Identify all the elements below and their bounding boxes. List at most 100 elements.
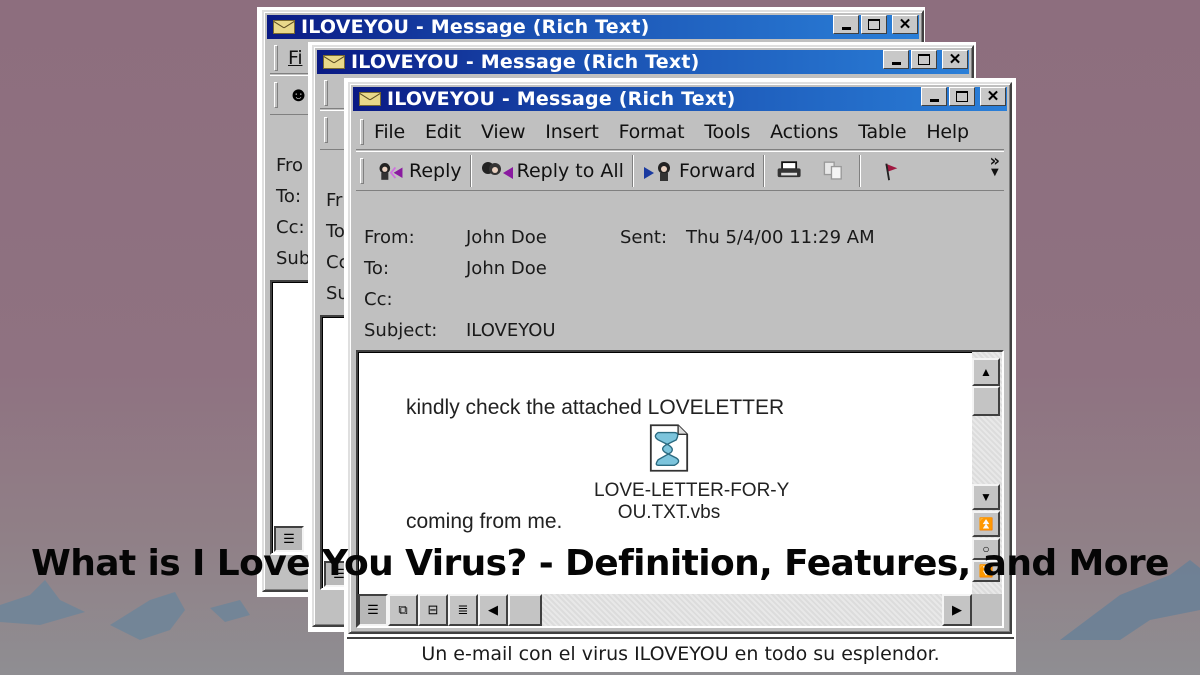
arrow-down-icon: ▼ (980, 490, 992, 504)
menubar-grip[interactable] (274, 44, 278, 71)
page-icon: ⊟ (427, 602, 439, 617)
to-label: To: (276, 186, 302, 207)
reply-icon: ☻ (288, 83, 310, 106)
maximize-icon (868, 19, 880, 30)
minimize-button[interactable] (883, 50, 909, 69)
close-button[interactable]: ✕ (892, 15, 918, 34)
toolbar-overflow-button[interactable]: » ▼ (986, 151, 1004, 188)
reply-button[interactable]: Reply (374, 154, 470, 188)
sent-label: Sent: (620, 227, 668, 248)
maximize-button[interactable] (911, 50, 937, 69)
article-headline: What is I Love You Virus? - Definition, … (31, 543, 1169, 584)
reply-all-label: Reply to All (516, 160, 624, 182)
to-value: John Doe (466, 258, 547, 279)
maximize-icon (918, 54, 930, 65)
body-line-2: coming from me. (406, 510, 563, 533)
lines-icon: ☰ (367, 602, 379, 617)
horizontal-scrollbar: ☰ ⧉ ⊟ ≣ ◀ ▶ (358, 594, 1002, 626)
menu-file[interactable]: File (374, 121, 405, 143)
vertical-scrollbar[interactable]: ▲ ▼ ⏫ ○ ⏬ (972, 352, 1002, 626)
arrow-up-icon: ▲ (980, 365, 992, 379)
from-label: Fr (326, 190, 343, 211)
scroll-thumb[interactable] (972, 386, 1000, 416)
chevron-down-icon: ▼ (990, 167, 999, 179)
horizontal-thumb[interactable] (508, 594, 542, 626)
close-button[interactable]: ✕ (980, 87, 1006, 106)
scrollbar-corner (972, 594, 1002, 626)
minimize-icon (841, 27, 851, 30)
chevrons-right-icon: » (989, 151, 1000, 170)
close-button[interactable]: ✕ (942, 50, 968, 69)
attachment-name-line-2: OU.TXT.vbs (617, 502, 721, 523)
outline-view-button[interactable]: ≣ (448, 594, 478, 626)
forward-icon (643, 162, 670, 181)
scroll-down-button[interactable]: ▼ (972, 484, 1000, 510)
minimize-icon (929, 99, 939, 102)
window-title: ILOVEYOU - Message (Rich Text) (301, 16, 650, 38)
from-label: Fro (276, 155, 304, 176)
message-body[interactable]: kindly check the attached LOVELETTER LOV… (356, 350, 1004, 628)
attachment[interactable]: LOVE-LETTER-FOR-Y OU.TXT.vbs (594, 422, 790, 532)
minimize-button[interactable] (921, 87, 947, 106)
envelope-icon (359, 92, 381, 106)
cc-label: Cc: (364, 289, 393, 310)
copy-button[interactable] (814, 154, 859, 188)
title-bar[interactable]: ILOVEYOU - Message (Rich Text) (267, 15, 919, 39)
menu-format[interactable]: Format (619, 121, 685, 143)
menubar-grip[interactable] (324, 79, 328, 106)
standard-toolbar: Reply Reply to All Forward » ▼ (356, 151, 1004, 191)
print-layout-view-button[interactable]: ⊟ (418, 594, 448, 626)
cc-label: Cc: (276, 217, 305, 238)
menu-tools[interactable]: Tools (704, 121, 750, 143)
flag-button[interactable] (861, 154, 922, 188)
forward-label: Forward (678, 160, 756, 182)
menu-edit[interactable]: Edit (425, 121, 461, 143)
subject-label: Subject: (364, 320, 438, 341)
minimize-icon (891, 62, 901, 65)
title-bar[interactable]: ILOVEYOU - Message (Rich Text) (317, 50, 969, 74)
envelope-icon (323, 55, 345, 69)
web-layout-view-button[interactable]: ⧉ (388, 594, 418, 626)
attachment-name-line-1: LOVE-LETTER-FOR-Y (594, 480, 790, 501)
reply-all-button[interactable]: Reply to All (472, 154, 632, 188)
previous-item-button[interactable]: ⏫ (972, 511, 1000, 537)
menu-bar: File Edit View Insert Format Tools Actio… (356, 114, 1004, 150)
menubar-grip[interactable] (360, 118, 364, 145)
menu-help[interactable]: Help (926, 121, 969, 143)
window-title: ILOVEYOU - Message (Rich Text) (387, 88, 736, 110)
title-bar[interactable]: ILOVEYOU - Message (Rich Text) (353, 87, 1007, 111)
scroll-left-button[interactable]: ◀ (478, 594, 508, 626)
toolbar-grip[interactable] (274, 82, 278, 108)
to-label: To (326, 221, 345, 242)
from-label: From: (364, 227, 415, 248)
subject-value: ILOVEYOU (466, 320, 556, 341)
reply-label: Reply (409, 160, 462, 182)
minimize-button[interactable] (833, 15, 859, 34)
maximize-button[interactable] (861, 15, 887, 34)
print-button[interactable] (765, 154, 814, 188)
menu-view[interactable]: View (481, 121, 525, 143)
scroll-up-button[interactable]: ▲ (972, 358, 1000, 386)
forward-button[interactable]: Forward (634, 154, 763, 188)
copy-icon (824, 161, 843, 180)
menu-table[interactable]: Table (858, 121, 906, 143)
outline-icon: ≣ (457, 602, 469, 617)
message-headers: From: John Doe Sent: Thu 5/4/00 11:29 AM… (364, 222, 875, 346)
menu-actions[interactable]: Actions (770, 121, 838, 143)
menu-insert[interactable]: Insert (545, 121, 598, 143)
flag-icon (885, 163, 898, 181)
envelope-icon (273, 20, 295, 34)
from-value: John Doe (466, 227, 547, 248)
horizontal-track[interactable] (542, 594, 942, 626)
to-label: To: (364, 258, 390, 279)
menu-file[interactable]: Fi (288, 47, 303, 69)
normal-view-button[interactable]: ☰ (358, 594, 388, 626)
double-up-icon: ⏫ (978, 517, 994, 531)
toolbar-grip[interactable] (360, 158, 364, 184)
image-caption: Un e-mail con el virus ILOVEYOU en todo … (347, 637, 1014, 669)
arrow-right-icon: ▶ (952, 602, 962, 617)
scroll-right-button[interactable]: ▶ (942, 594, 972, 626)
maximize-button[interactable] (949, 87, 975, 106)
toolbar-grip[interactable] (324, 117, 328, 143)
web-layout-icon: ⧉ (398, 602, 408, 617)
